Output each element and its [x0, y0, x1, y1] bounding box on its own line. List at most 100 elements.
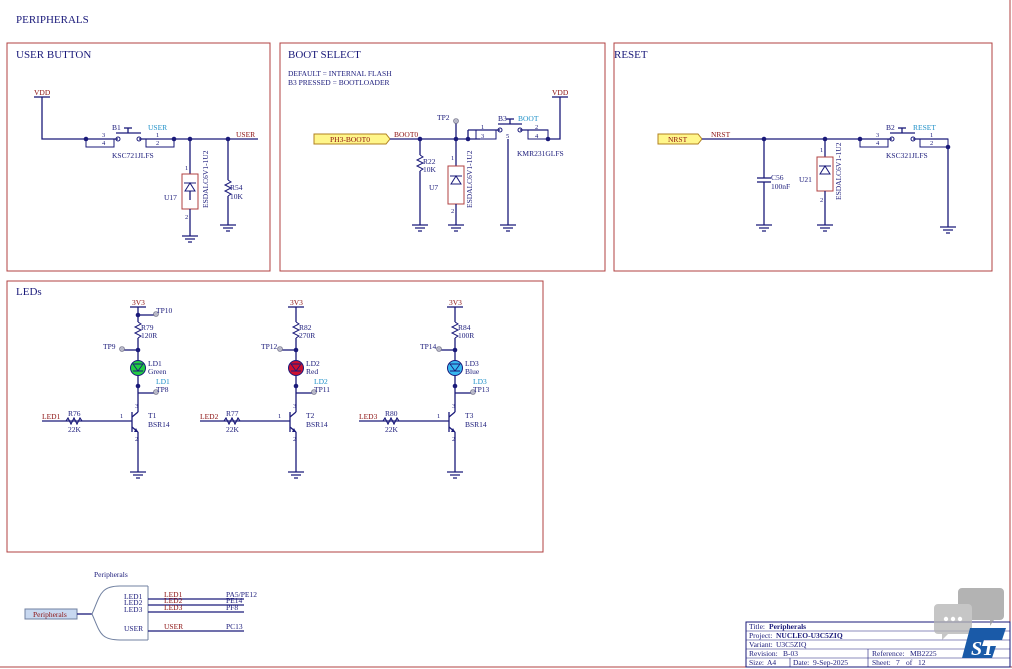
c56-value: 100nF — [771, 182, 790, 191]
b2-ref: B2 — [886, 123, 895, 132]
tr-pin2: 2 — [293, 436, 296, 443]
port-peripherals-label: Peripherals — [33, 610, 67, 619]
u21-pin1: 1 — [820, 147, 823, 154]
led-tp-node-label: TP11 — [314, 385, 330, 394]
led-tp-left-pad — [277, 346, 283, 352]
led-tp-left-label: TP9 — [103, 342, 116, 351]
tr-pin2: 2 — [452, 436, 455, 443]
u17-part: ESDALC6V1-1U2 — [201, 150, 210, 208]
tr-ref: T2 — [306, 411, 315, 420]
b1-ref: B1 — [112, 123, 121, 132]
leds-block: LEDs 3V3R79120RTP10TP9LD1GreenLD1TP8321 T… — [6, 280, 544, 553]
tb-date-label: Date: — [793, 658, 809, 667]
harness-title: Peripherals — [94, 570, 128, 579]
st-logo-text: ST — [971, 638, 995, 660]
harness-pin: LED3 — [124, 605, 143, 614]
b3-label: BOOT — [518, 114, 539, 123]
schematic-sheet: PERIPHERALS USER BUTTON VDD B1 USER 3 4 … — [0, 0, 1012, 668]
b2-pin3: 3 — [876, 132, 879, 139]
b1-pin1: 1 — [156, 132, 159, 139]
tr-pin2: 2 — [135, 436, 138, 443]
led-res-value: 100R — [458, 331, 474, 340]
c56-ref: C56 — [771, 173, 784, 182]
tb-variant: U3C5ZIQ — [776, 640, 807, 649]
b2-pin1: 1 — [930, 132, 933, 139]
led-tp-top-label: TP10 — [156, 306, 173, 315]
sheet-title: PERIPHERALS — [16, 14, 89, 26]
u21-ref: U21 — [799, 175, 812, 184]
port-ph3-boot0[interactable]: PH3-BOOT0 — [313, 133, 391, 145]
port-nrst[interactable]: NRST — [657, 133, 703, 145]
user-button-block: USER BUTTON VDD B1 USER 3 4 1 2 KSC721JL… — [6, 42, 271, 272]
harness-net: LED3 — [164, 603, 183, 612]
led-input-net: LED3 — [359, 412, 378, 421]
harness-net: USER — [164, 622, 183, 631]
tb-revision-label: Revision: — [749, 649, 778, 658]
u7-pin2: 2 — [451, 208, 454, 215]
leds-title: LEDs — [16, 286, 42, 298]
tp2-label: TP2 — [437, 113, 450, 122]
harness-pin: USER — [124, 624, 143, 633]
boot-vdd-label: VDD — [552, 88, 569, 97]
tr-pin3: 3 — [452, 403, 455, 410]
led-lamp-icon — [288, 360, 304, 376]
r22-value: 10K — [423, 165, 437, 174]
led-input-net: LED2 — [200, 412, 219, 421]
tb-reference: MB2225 — [910, 649, 937, 658]
port-ph3-boot0-label: PH3-BOOT0 — [330, 135, 370, 144]
boot-note-default: DEFAULT = INTERNAL FLASH — [288, 69, 392, 78]
u17-pin1: 1 — [185, 165, 188, 172]
tb-revision: B-03 — [783, 649, 798, 658]
tr-pin3: 3 — [135, 403, 138, 410]
boot0-net-label: BOOT0 — [394, 130, 418, 139]
tb-project: NUCLEO-U3C5ZIQ — [776, 631, 843, 640]
led-supply-label: 3V3 — [132, 298, 145, 307]
tb-reference-label: Reference: — [872, 649, 904, 658]
port-peripherals[interactable]: Peripherals — [24, 608, 78, 620]
user-vdd-label: VDD — [34, 88, 51, 97]
led-color: Blue — [465, 367, 480, 376]
b3-ref: B3 — [498, 114, 507, 123]
base-res-ref: R76 — [68, 409, 81, 418]
harness-signal: PC13 — [226, 622, 243, 631]
tp2-pad — [453, 118, 459, 124]
b1-label: USER — [148, 123, 167, 132]
user-button-title: USER BUTTON — [16, 49, 91, 61]
led-tp-node-label: TP8 — [156, 385, 169, 394]
harness-row: USER USER PC13 — [124, 622, 244, 633]
b2-part: KSC321JLFS — [886, 151, 928, 160]
tr-pin3: 3 — [293, 403, 296, 410]
u17-ref: U17 — [164, 193, 177, 202]
port-nrst-label: NRST — [668, 135, 688, 144]
user-net-label: USER — [236, 130, 255, 139]
led-lamp-icon — [447, 360, 463, 376]
u21-part: ESDALC6V1-1U2 — [834, 142, 843, 200]
led-supply-label: 3V3 — [290, 298, 303, 307]
base-res-ref: R77 — [226, 409, 239, 418]
tb-project-label: Project: — [749, 631, 772, 640]
tr-ref: T3 — [465, 411, 474, 420]
tb-date: 9-Sep-2025 — [813, 658, 848, 667]
tr-pin1: 1 — [437, 413, 440, 420]
tr-part: BSR14 — [465, 420, 487, 429]
b3-pin2: 2 — [535, 124, 538, 131]
u7-pin1: 1 — [451, 155, 454, 162]
led-lamp-icon — [130, 360, 146, 376]
b3-part: KMR231GLFS — [517, 149, 564, 158]
tr-ref: T1 — [148, 411, 157, 420]
led-tp-left-pad — [119, 346, 125, 352]
base-res-ref: R80 — [385, 409, 398, 418]
title-block: Title: Peripherals Project: NUCLEO-U3C5Z… — [745, 588, 1011, 668]
harness-signal: PF8 — [226, 603, 238, 612]
u7-part: ESDALC6V1-1U2 — [465, 150, 474, 208]
nrst-net-label: NRST — [711, 130, 731, 139]
led-res-value: 270R — [299, 331, 315, 340]
tb-size: A4 — [767, 658, 776, 667]
tr-part: BSR14 — [306, 420, 328, 429]
tb-title-label: Title: — [749, 622, 765, 631]
led-res-value: 120R — [141, 331, 157, 340]
reset-title: RESET — [614, 49, 648, 61]
b2-label: RESET — [913, 123, 936, 132]
led-input-net: LED1 — [42, 412, 61, 421]
base-res-value: 22K — [68, 425, 82, 434]
